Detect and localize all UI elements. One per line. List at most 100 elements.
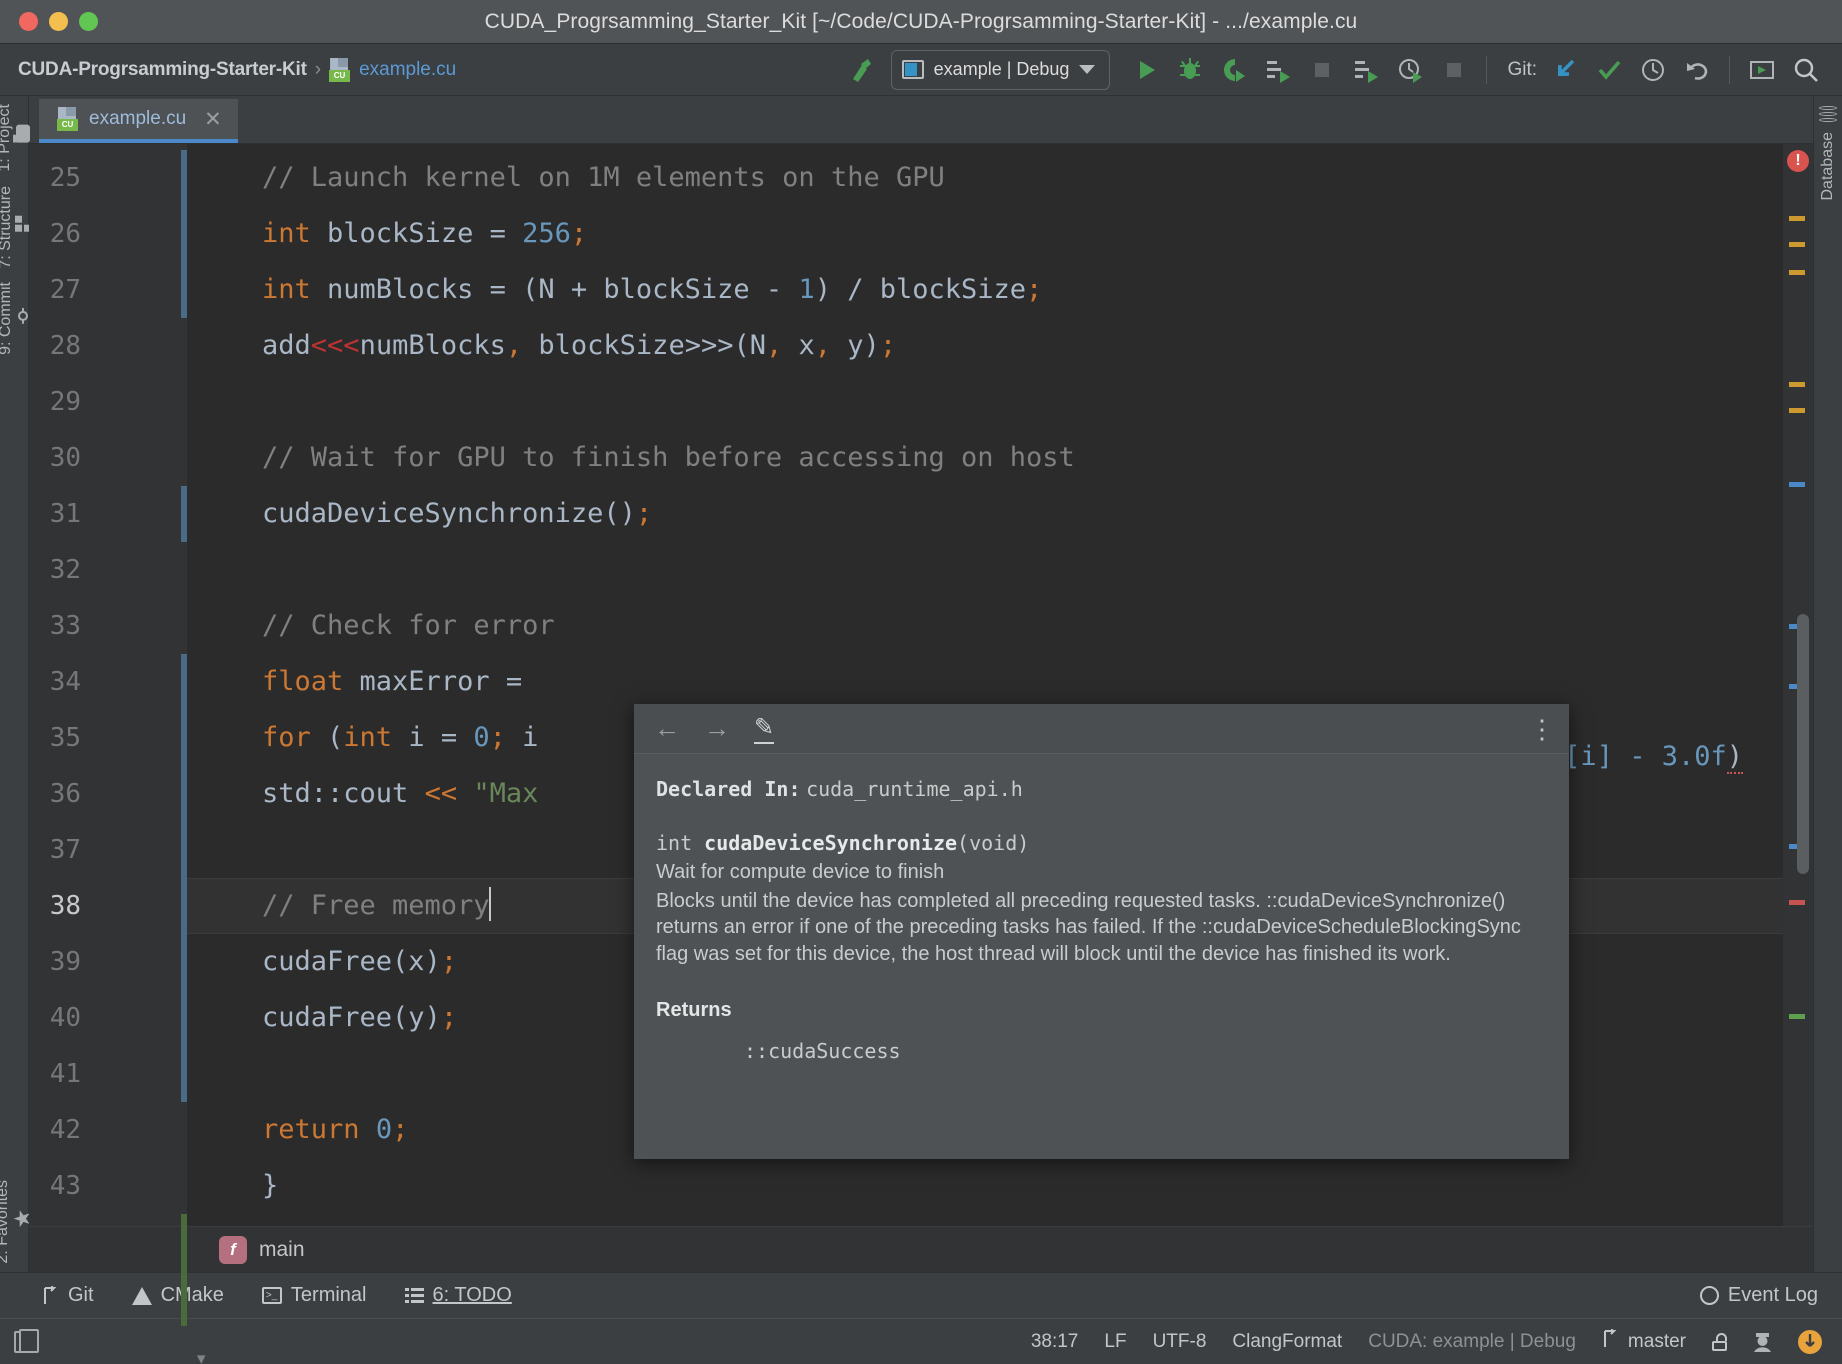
bottom-item-cmake[interactable]: CMake bbox=[131, 1284, 224, 1307]
bottom-item-todo[interactable]: 6: TODO bbox=[404, 1284, 512, 1307]
sidebar-item-commit[interactable]: 9: Commit bbox=[0, 282, 31, 355]
code-line[interactable]: // Wait for GPU to finish before accessi… bbox=[187, 430, 1783, 486]
code-line[interactable] bbox=[187, 542, 1783, 598]
gutter-line-number: 43 bbox=[49, 1171, 81, 1201]
bottom-item-event-log[interactable]: Event Log bbox=[1699, 1284, 1818, 1307]
left-tool-strip: 1: Project 7: Structure 9: Commit ★ 2: F… bbox=[0, 96, 36, 1272]
editor-tabstrip: CU example.cu ✕ bbox=[29, 96, 1813, 144]
code-line[interactable]: int numBlocks = (N + blockSize - 1) / bl… bbox=[187, 262, 1783, 318]
code-line[interactable]: int blockSize = 256; bbox=[187, 206, 1783, 262]
minimize-button[interactable] bbox=[49, 12, 68, 31]
run-with-coverage-button[interactable] bbox=[1212, 50, 1256, 90]
lock-icon[interactable] bbox=[1712, 1332, 1727, 1351]
build-button[interactable] bbox=[839, 50, 883, 90]
gutter-line-number: 41 bbox=[49, 1059, 81, 1089]
code-line[interactable]: // Check for error bbox=[187, 598, 1783, 654]
gutter-line-number: 36 bbox=[49, 779, 81, 809]
ide-body: 1: Project 7: Structure 9: Commit ★ 2: F… bbox=[0, 96, 1842, 1364]
sidebar-item-structure[interactable]: 7: Structure bbox=[0, 186, 31, 268]
profile-button[interactable] bbox=[1256, 50, 1300, 90]
cu-badge-label: CU bbox=[57, 119, 78, 131]
bottom-item-terminal-label: Terminal bbox=[290, 1284, 367, 1306]
back-icon[interactable]: ← bbox=[654, 713, 680, 744]
status-branch[interactable]: master bbox=[1602, 1328, 1686, 1354]
declared-in-file: cuda_runtime_api.h bbox=[806, 777, 1023, 801]
gutter-line-number: 37 bbox=[49, 835, 81, 865]
branch-icon bbox=[1602, 1328, 1619, 1354]
editor-scrollbar-thumb[interactable] bbox=[1797, 614, 1809, 874]
sidebar-item-database[interactable]: Database bbox=[1819, 132, 1837, 201]
editor-gutter[interactable]: 25 26 27 28 29 30 31 32 33 34 35 36 37 38 39 40 41 42 43 ▾ bbox=[29, 144, 206, 1364]
gutter-line-number: 33 bbox=[49, 611, 81, 641]
gutter-line-number: 28 bbox=[49, 331, 81, 361]
breadcrumb-project[interactable]: CUDA-Progrsamming-Starter-Kit bbox=[18, 59, 307, 81]
git-update-project-button[interactable] bbox=[1543, 50, 1587, 90]
returns-value: ::cudaSuccess bbox=[744, 1039, 901, 1064]
gutter-line-number: 38 bbox=[49, 891, 81, 921]
code-line[interactable] bbox=[187, 374, 1783, 430]
breadcrumb-file[interactable]: CU example.cu bbox=[329, 57, 456, 82]
status-caret-position[interactable]: 38:17 bbox=[1031, 1331, 1079, 1353]
bottom-item-git[interactable]: Git bbox=[42, 1284, 94, 1307]
sidebar-item-commit-label: 9: Commit bbox=[0, 282, 14, 356]
bottom-tool-strip: Git CMake >_ Terminal 6: TODO Event Log bbox=[0, 1272, 1842, 1318]
person-icon[interactable] bbox=[1753, 1332, 1772, 1352]
code-line[interactable]: cudaDeviceSynchronize(); bbox=[187, 486, 1783, 542]
zoom-button[interactable] bbox=[79, 12, 98, 31]
run-with-time-button[interactable] bbox=[1388, 50, 1432, 90]
documentation-popup[interactable]: ← → ✎ ⋮ Declared In: cuda_runtime_api.h … bbox=[634, 704, 1569, 1159]
code-line[interactable]: } bbox=[187, 1158, 1783, 1214]
status-line-separator[interactable]: LF bbox=[1104, 1331, 1126, 1353]
gutter-line-number: 25 bbox=[49, 163, 81, 193]
code-line[interactable]: add<<<numBlocks, blockSize>>>(N, x, y); bbox=[187, 318, 1783, 374]
gutter-line-number: 29 bbox=[49, 387, 81, 417]
documentation-popup-body: Declared In: cuda_runtime_api.h int cuda… bbox=[634, 754, 1569, 1159]
edit-pencil-icon[interactable]: ✎ bbox=[754, 713, 775, 744]
notification-icon[interactable] bbox=[1798, 1329, 1822, 1354]
editor-column: CU example.cu ✕ 25 26 27 28 29 30 31 32 33 34 35 36… bbox=[29, 96, 1813, 1364]
bottom-item-event-log-label: Event Log bbox=[1727, 1284, 1818, 1306]
code-line[interactable]: // Launch kernel on 1M elements on the G… bbox=[187, 150, 1783, 206]
gutter-line-number: 26 bbox=[49, 219, 81, 249]
code-fold-icon[interactable]: ▾ bbox=[197, 1349, 206, 1364]
gutter-line-number: 40 bbox=[49, 1003, 81, 1033]
bottom-item-todo-label: 6: TODO bbox=[432, 1284, 512, 1306]
gutter-line-number: 32 bbox=[49, 555, 81, 585]
error-stripe[interactable]: ! bbox=[1783, 144, 1813, 1226]
status-encoding[interactable]: UTF-8 bbox=[1153, 1331, 1207, 1353]
documentation-popup-header: ← → ✎ ⋮ bbox=[634, 704, 1569, 754]
status-build-profile[interactable]: CUDA: example | Debug bbox=[1368, 1331, 1576, 1353]
function-signature: int cudaDeviceSynchronize(void) bbox=[656, 830, 1545, 857]
bottom-item-cmake-label: CMake bbox=[160, 1284, 224, 1306]
attach-to-process-button[interactable] bbox=[1344, 50, 1388, 90]
terminal-button[interactable] bbox=[1740, 50, 1784, 90]
code-line[interactable]: float maxError = bbox=[187, 654, 1783, 710]
git-icon bbox=[42, 1285, 59, 1305]
run-configuration-selector[interactable]: example | Debug bbox=[890, 49, 1111, 90]
stop-button-disabled bbox=[1300, 50, 1344, 90]
forward-icon[interactable]: → bbox=[704, 713, 730, 744]
bottom-item-terminal[interactable]: >_ Terminal bbox=[261, 1284, 367, 1307]
editor-tab-example-cu[interactable]: CU example.cu ✕ bbox=[39, 99, 238, 143]
breadcrumb-function-label[interactable]: main bbox=[259, 1238, 305, 1262]
run-button[interactable] bbox=[1124, 50, 1168, 90]
function-summary: Wait for compute device to finish bbox=[656, 861, 945, 883]
error-count-badge[interactable]: ! bbox=[1787, 150, 1809, 172]
copy-document-icon[interactable] bbox=[14, 1328, 39, 1353]
declared-in-label: Declared In: bbox=[656, 777, 801, 801]
sidebar-item-database-label: Database bbox=[1819, 132, 1836, 201]
status-formatter[interactable]: ClangFormat bbox=[1232, 1331, 1342, 1353]
signature-args: (void) bbox=[957, 831, 1030, 855]
git-history-button[interactable] bbox=[1631, 50, 1675, 90]
stop-button[interactable] bbox=[1432, 50, 1476, 90]
search-everywhere-button[interactable] bbox=[1784, 50, 1828, 90]
git-commit-button[interactable] bbox=[1587, 50, 1631, 90]
close-button[interactable] bbox=[19, 12, 38, 31]
editor-breadcrumb-bar: f main bbox=[29, 1226, 1813, 1272]
git-rollback-button[interactable] bbox=[1675, 50, 1719, 90]
breadcrumb: CUDA-Progrsamming-Starter-Kit › CU examp… bbox=[18, 57, 456, 82]
sidebar-item-project[interactable]: 1: Project bbox=[0, 104, 32, 172]
close-icon[interactable]: ✕ bbox=[204, 107, 222, 132]
more-options-icon[interactable]: ⋮ bbox=[1529, 716, 1555, 742]
debug-button[interactable] bbox=[1168, 50, 1212, 90]
